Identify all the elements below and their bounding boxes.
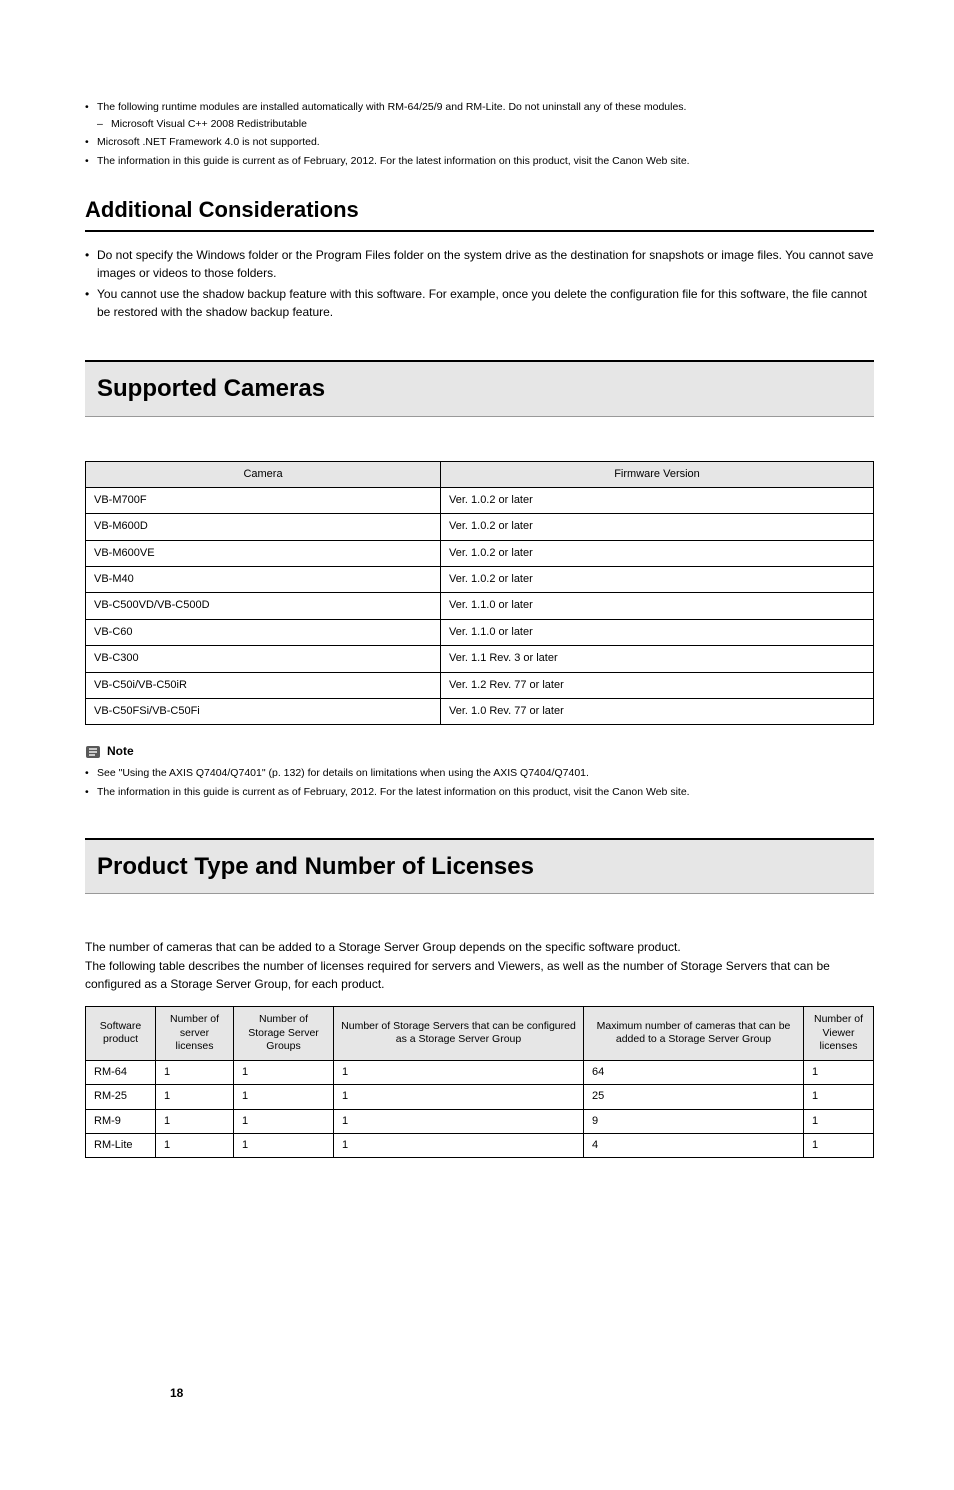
page-number: 18 (170, 1385, 183, 1402)
camera-table-cell: Ver. 1.2 Rev. 77 or later (441, 672, 874, 698)
camera-table-cell: Ver. 1.0.2 or later (441, 487, 874, 513)
table-row: VB-C500VD/VB-C500DVer. 1.1.0 or later (86, 593, 874, 619)
licenses-heading-box: Product Type and Number of Licenses (85, 838, 874, 895)
licenses-table-header: Maximum number of cameras that can be ad… (584, 1006, 804, 1060)
licenses-table-cell: 1 (334, 1109, 584, 1133)
licenses-table-cell: 1 (804, 1060, 874, 1084)
top-notes-list: The following runtime modules are instal… (85, 100, 874, 169)
table-row: RM-911191 (86, 1109, 874, 1133)
licenses-table-cell: RM-64 (86, 1060, 156, 1084)
additional-heading: Additional Considerations (85, 195, 874, 232)
top-note-item: The information in this guide is current… (85, 154, 874, 169)
licenses-table-cell: 1 (234, 1060, 334, 1084)
table-row: VB-M700FVer. 1.0.2 or later (86, 487, 874, 513)
camera-table-cell: VB-M600VE (86, 540, 441, 566)
licenses-table-cell: 1 (234, 1134, 334, 1158)
licenses-table-cell: 1 (334, 1085, 584, 1109)
top-note-item: The following runtime modules are instal… (85, 100, 874, 131)
licenses-table-header: Number of server licenses (156, 1006, 234, 1060)
licenses-table-cell: 64 (584, 1060, 804, 1084)
table-row: VB-C60Ver. 1.1.0 or later (86, 619, 874, 645)
licenses-table-cell: 1 (804, 1085, 874, 1109)
camera-note-item: See "Using the AXIS Q7404/Q7401" (p. 132… (85, 766, 874, 781)
camera-table-cell: VB-C500VD/VB-C500D (86, 593, 441, 619)
table-row: VB-C50i/VB-C50iRVer. 1.2 Rev. 77 or late… (86, 672, 874, 698)
licenses-table-cell: 1 (156, 1060, 234, 1084)
note-row: Note (85, 743, 874, 760)
licenses-table-header: Number of Storage Server Groups (234, 1006, 334, 1060)
camera-table-cell: Ver. 1.0.2 or later (441, 540, 874, 566)
licenses-table-header: Software product (86, 1006, 156, 1060)
cameras-heading-box: Supported Cameras (85, 360, 874, 417)
camera-table-cell: VB-C60 (86, 619, 441, 645)
note-icon (85, 745, 101, 759)
licenses-table-cell: 1 (234, 1109, 334, 1133)
licenses-table-cell: 4 (584, 1134, 804, 1158)
table-row: VB-M600VEVer. 1.0.2 or later (86, 540, 874, 566)
licenses-heading: Product Type and Number of Licenses (97, 853, 534, 880)
camera-table-cell: Ver. 1.1 Rev. 3 or later (441, 646, 874, 672)
camera-table-cell: VB-C300 (86, 646, 441, 672)
licenses-table-cell: 9 (584, 1109, 804, 1133)
camera-table-cell: Ver. 1.0.2 or later (441, 514, 874, 540)
camera-table-cell: Ver. 1.1.0 or later (441, 593, 874, 619)
licenses-table-cell: 1 (156, 1085, 234, 1109)
camera-note-item: The information in this guide is current… (85, 785, 874, 800)
cameras-heading: Supported Cameras (97, 375, 325, 402)
additional-item: Do not specify the Windows folder or the… (85, 246, 874, 283)
licenses-table-cell: 1 (804, 1109, 874, 1133)
camera-table-cell: Ver. 1.1.0 or later (441, 619, 874, 645)
camera-table-cell: Ver. 1.0.2 or later (441, 567, 874, 593)
licenses-table-header: Number of Viewer licenses (804, 1006, 874, 1060)
additional-item: You cannot use the shadow backup feature… (85, 285, 874, 322)
table-row: RM-Lite11141 (86, 1134, 874, 1158)
camera-table-cell: Ver. 1.0 Rev. 77 or later (441, 699, 874, 725)
table-row: VB-M600DVer. 1.0.2 or later (86, 514, 874, 540)
licenses-table-cell: RM-9 (86, 1109, 156, 1133)
additional-items-list: Do not specify the Windows folder or the… (85, 246, 874, 322)
licenses-intro: The number of cameras that can be added … (85, 938, 874, 994)
camera-notes-list: See "Using the AXIS Q7404/Q7401" (p. 132… (85, 766, 874, 799)
licenses-table-cell: 1 (234, 1085, 334, 1109)
licenses-table-cell: 1 (334, 1134, 584, 1158)
licenses-table-cell: RM-Lite (86, 1134, 156, 1158)
camera-table-header: Camera (86, 461, 441, 487)
camera-table: CameraFirmware VersionVB-M700FVer. 1.0.2… (85, 461, 874, 726)
licenses-table-cell: RM-25 (86, 1085, 156, 1109)
licenses-table-header: Number of Storage Servers that can be co… (334, 1006, 584, 1060)
licenses-table-cell: 1 (334, 1060, 584, 1084)
licenses-table-cell: 1 (156, 1134, 234, 1158)
top-note-subitem: Microsoft Visual C++ 2008 Redistributabl… (97, 117, 874, 132)
table-row: RM-64111641 (86, 1060, 874, 1084)
licenses-table-cell: 25 (584, 1085, 804, 1109)
note-label: Note (107, 743, 134, 760)
camera-table-cell: VB-M40 (86, 567, 441, 593)
camera-table-cell: VB-C50FSi/VB-C50Fi (86, 699, 441, 725)
table-row: RM-25111251 (86, 1085, 874, 1109)
licenses-table: Software productNumber of server license… (85, 1006, 874, 1158)
table-row: VB-C300Ver. 1.1 Rev. 3 or later (86, 646, 874, 672)
camera-table-header: Firmware Version (441, 461, 874, 487)
camera-table-wrap: CameraFirmware VersionVB-M700FVer. 1.0.2… (85, 461, 874, 726)
camera-table-cell: VB-M600D (86, 514, 441, 540)
camera-table-cell: VB-M700F (86, 487, 441, 513)
table-row: VB-C50FSi/VB-C50FiVer. 1.0 Rev. 77 or la… (86, 699, 874, 725)
camera-table-cell: VB-C50i/VB-C50iR (86, 672, 441, 698)
licenses-table-cell: 1 (156, 1109, 234, 1133)
table-row: VB-M40Ver. 1.0.2 or later (86, 567, 874, 593)
top-note-item: Microsoft .NET Framework 4.0 is not supp… (85, 135, 874, 150)
page-wrap: { "top_notes": [ { "text": "The followin… (85, 100, 874, 1450)
licenses-table-cell: 1 (804, 1134, 874, 1158)
